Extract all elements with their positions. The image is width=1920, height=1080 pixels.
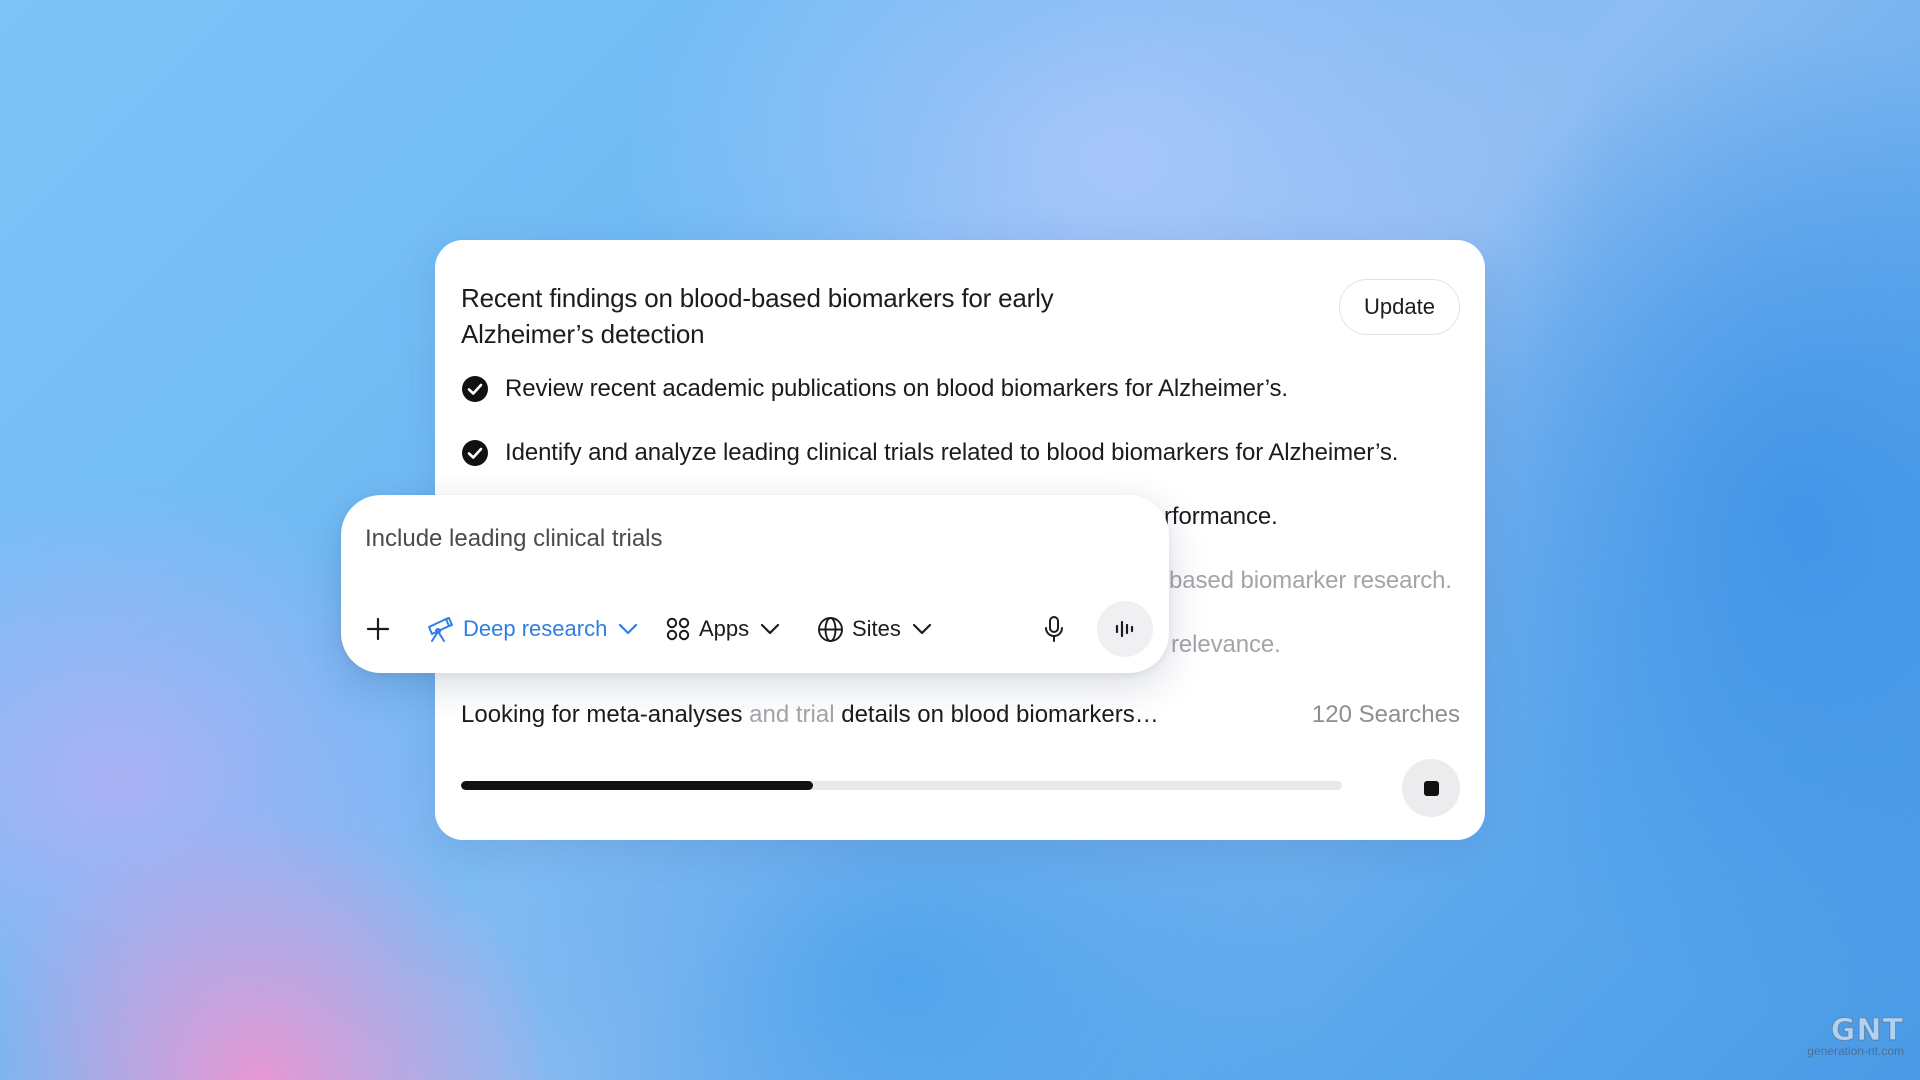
- apps-grid-icon: [666, 617, 690, 641]
- plus-icon: [366, 617, 390, 641]
- chevron-down-icon: [619, 623, 638, 635]
- telescope-icon: [428, 617, 453, 642]
- chevron-down-icon: [761, 623, 780, 635]
- microphone-button[interactable]: [1041, 607, 1067, 651]
- update-button[interactable]: Update: [1339, 279, 1460, 335]
- status-row: Looking for meta-analyses and trial deta…: [461, 695, 1460, 735]
- status-text: Looking for meta-analyses and trial deta…: [461, 701, 1159, 729]
- microphone-icon: [1045, 616, 1063, 642]
- step-item: Review recent academic publications on b…: [461, 369, 1288, 409]
- step-text: Identify and analyze leading clinical tr…: [505, 439, 1399, 466]
- apps-button[interactable]: Apps: [665, 607, 781, 651]
- step-item: rformance.: [1164, 497, 1278, 537]
- deep-research-label: Deep research: [463, 616, 608, 641]
- watermark-logo: GNT: [1830, 1013, 1904, 1048]
- deep-research-mode-button[interactable]: Deep research: [425, 607, 639, 651]
- composer-input[interactable]: [365, 525, 965, 553]
- research-title: Recent findings on blood-based biomarker…: [461, 283, 1054, 349]
- progress-bar: [461, 781, 1342, 790]
- apps-label: Apps: [699, 616, 750, 641]
- step-text: based biomarker research.: [1169, 567, 1452, 594]
- chevron-down-icon: [912, 623, 932, 635]
- sites-button[interactable]: Sites: [817, 607, 933, 651]
- step-item: Identify and analyze leading clinical tr…: [461, 433, 1398, 473]
- sites-label: Sites: [852, 616, 901, 641]
- background: Recent findings on blood-based biomarker…: [0, 0, 1920, 1080]
- search-count: 120 Searches: [1311, 701, 1460, 728]
- status-text-part: and trial: [749, 701, 835, 728]
- stop-icon: [1423, 780, 1439, 796]
- status-text-part: details on blood biomarkers…: [841, 701, 1159, 728]
- watermark: GNT generation-nt.com: [1807, 1013, 1904, 1058]
- step-item: relevance.: [1171, 625, 1281, 665]
- watermark-site: generation-nt.com: [1807, 1044, 1904, 1058]
- status-text-part: Looking for meta-analyses: [461, 701, 743, 728]
- check-circle-icon: [462, 376, 488, 402]
- voice-wave-icon: [1115, 620, 1134, 638]
- step-text: relevance.: [1171, 631, 1281, 658]
- check-circle-icon: [462, 440, 488, 466]
- globe-icon: [818, 616, 843, 642]
- step-text: rformance.: [1164, 503, 1278, 530]
- step-item: based biomarker research.: [1169, 561, 1452, 601]
- composer-toolbar: Deep research Apps Sites: [341, 601, 1169, 657]
- stop-button[interactable]: [1402, 759, 1460, 817]
- voice-mode-button[interactable]: [1097, 601, 1153, 657]
- add-button[interactable]: [365, 607, 391, 651]
- progress-fill: [461, 781, 814, 790]
- step-text: Review recent academic publications on b…: [505, 375, 1288, 402]
- composer: Deep research Apps: [341, 495, 1169, 673]
